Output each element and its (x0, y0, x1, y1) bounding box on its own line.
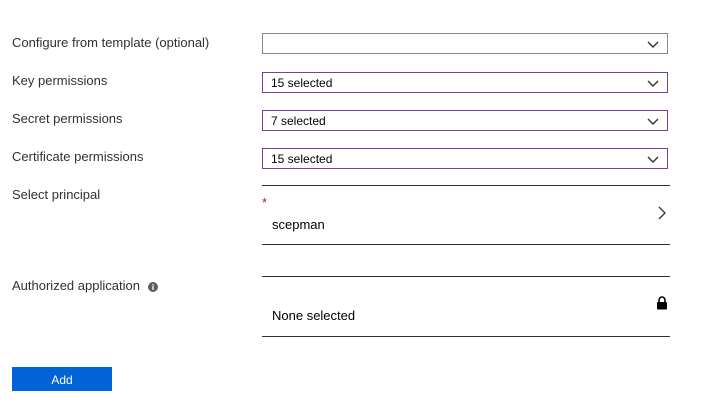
authorized-application-label: Authorized application (12, 278, 140, 293)
principal-value: scepman (272, 217, 325, 232)
certificate-permissions-value: 15 selected (271, 152, 333, 166)
certificate-permissions-dropdown[interactable]: 15 selected (262, 148, 668, 169)
required-marker: * (262, 195, 268, 210)
authorized-application-field: None selected (262, 276, 670, 336)
authorized-application-value: None selected (272, 308, 356, 323)
chevron-down-icon (647, 156, 659, 163)
key-permissions-label: Key permissions (12, 73, 108, 88)
secret-permissions-label: Secret permissions (12, 111, 123, 126)
principal-selector[interactable]: * scepman (262, 185, 670, 245)
secret-permissions-dropdown[interactable]: 7 selected (262, 110, 668, 131)
application-bottom-divider (262, 336, 670, 337)
chevron-down-icon (647, 80, 659, 87)
chevron-down-icon (647, 41, 659, 48)
chevron-down-icon (647, 118, 659, 125)
principal-bottom-divider (262, 244, 670, 245)
key-permissions-value: 15 selected (271, 76, 333, 90)
add-button[interactable]: Add (12, 367, 112, 391)
lock-icon (657, 296, 667, 310)
info-icon[interactable] (148, 282, 158, 292)
template-dropdown[interactable] (262, 33, 668, 54)
select-principal-label: Select principal (12, 187, 101, 202)
key-permissions-dropdown[interactable]: 15 selected (262, 72, 668, 93)
template-label: Configure from template (optional) (12, 35, 210, 50)
certificate-permissions-label: Certificate permissions (12, 149, 144, 164)
secret-permissions-value: 7 selected (271, 114, 326, 128)
chevron-right-icon (658, 206, 666, 220)
